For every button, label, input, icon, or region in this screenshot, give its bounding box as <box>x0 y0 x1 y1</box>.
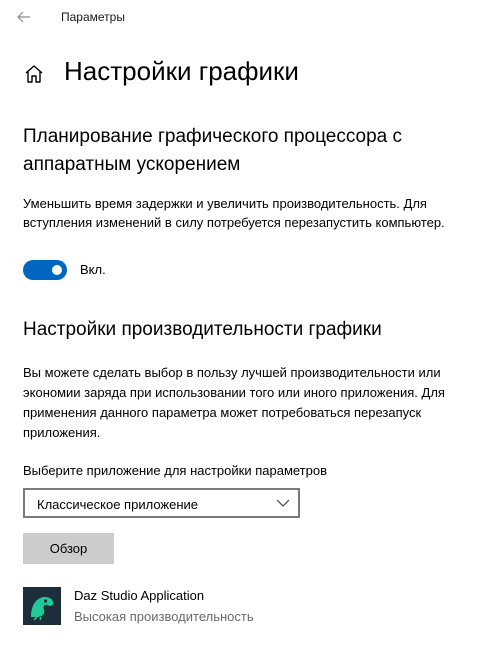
app-type-select-label: Выберите приложение для настройки параме… <box>23 463 327 478</box>
app-type-select[interactable]: Классическое приложение <box>23 488 300 518</box>
back-button[interactable] <box>12 6 36 28</box>
back-arrow-icon <box>17 11 30 23</box>
perf-section-title: Настройки производительности графики <box>23 319 382 340</box>
title-bar: Параметры <box>0 0 486 34</box>
app-name: Daz Studio Application <box>74 588 205 603</box>
chevron-down-icon <box>276 499 290 507</box>
page-title: Настройки графики <box>64 56 299 86</box>
hags-toggle-label: Вкл. <box>80 262 106 277</box>
browse-button[interactable]: Обзор <box>23 533 114 564</box>
home-icon[interactable] <box>23 63 45 85</box>
app-performance-status: Высокая производительность <box>74 609 254 624</box>
toggle-knob <box>52 265 62 275</box>
hags-description: Уменьшить время задержки и увеличить про… <box>23 196 445 230</box>
perf-description: Вы можете сделать выбор в пользу лучшей … <box>23 365 445 440</box>
daz-studio-icon <box>23 587 61 625</box>
window-title: Параметры <box>61 10 125 24</box>
hags-section-title: Планирование графического процессора с а… <box>23 126 403 175</box>
hags-toggle[interactable] <box>23 260 67 280</box>
app-list-item[interactable]: Daz Studio Application Высокая производи… <box>23 584 463 626</box>
app-type-select-value: Классическое приложение <box>37 497 199 512</box>
